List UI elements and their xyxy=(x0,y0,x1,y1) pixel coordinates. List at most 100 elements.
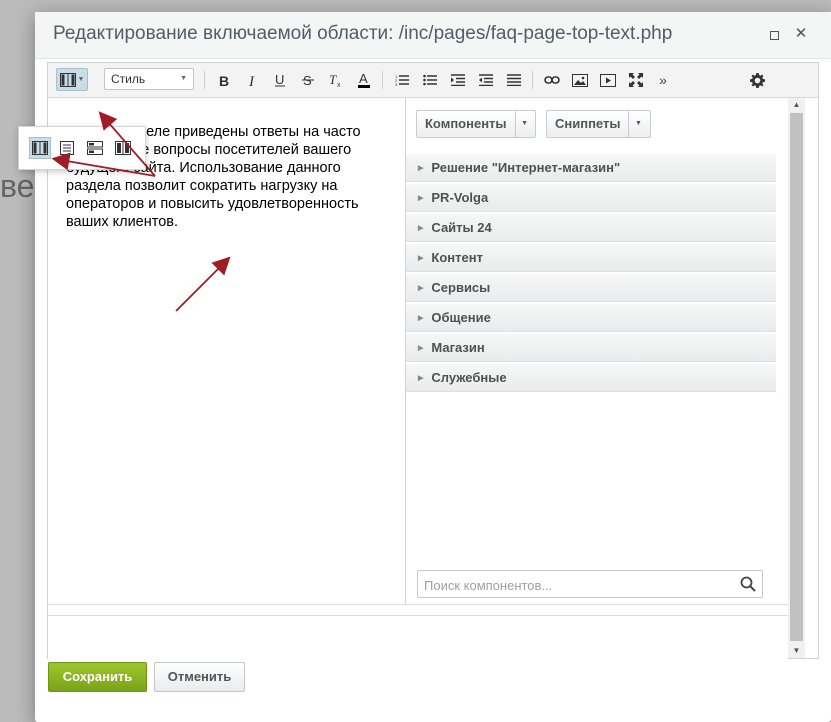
triangle-right-icon: ▶ xyxy=(418,165,424,173)
clear-format-icon: Tx xyxy=(329,73,341,87)
style-select[interactable]: Стиль ▼ xyxy=(104,68,194,90)
components-tree: ▶ Решение "Интернет-магазин" ▶ PR-Volga ▶ С… xyxy=(406,154,776,394)
component-search xyxy=(417,570,763,599)
fullscreen-icon xyxy=(629,73,643,87)
svg-text:T: T xyxy=(329,73,337,87)
insert-link-button[interactable] xyxy=(543,70,561,90)
scroll-up-arrow-icon[interactable]: ▲ xyxy=(788,98,805,112)
settings-button[interactable] xyxy=(748,70,766,90)
svg-text:U: U xyxy=(275,73,284,87)
scroll-thumb[interactable] xyxy=(790,113,803,641)
component-group[interactable]: ▶ Служебные xyxy=(406,364,776,392)
close-icon: ✕ xyxy=(794,25,808,42)
search-icon[interactable] xyxy=(740,576,756,592)
component-group[interactable]: ▶ Контент xyxy=(406,244,776,272)
link-icon xyxy=(544,76,560,84)
component-group[interactable]: ▶ Сайты 24 xyxy=(406,214,776,242)
ordered-list-button[interactable]: 123 xyxy=(394,70,410,90)
cancel-button[interactable]: Отменить xyxy=(154,662,245,692)
strikethrough-icon: S xyxy=(302,73,314,87)
view-mode-button[interactable]: ▼ xyxy=(56,68,88,91)
remove-format-button[interactable]: Tx xyxy=(328,70,344,90)
components-panel: Компоненты ▼ Сниппеты ▼ ▶ Решение "Интерн… xyxy=(406,98,776,604)
font-color-icon: A xyxy=(358,72,370,88)
ordered-list-icon: 123 xyxy=(395,74,409,86)
split-view-icon xyxy=(32,141,48,155)
bold-button[interactable]: B xyxy=(216,70,232,90)
horizontal-split-option[interactable] xyxy=(84,137,106,159)
code-view-icon xyxy=(60,141,74,155)
triangle-right-icon: ▶ xyxy=(418,315,424,323)
svg-text:x: x xyxy=(337,82,341,87)
image-icon xyxy=(572,73,588,87)
scrollbar[interactable]: ▲ ▼ xyxy=(788,98,805,658)
unordered-list-button[interactable] xyxy=(422,70,438,90)
component-group[interactable]: ▶ Общение xyxy=(406,304,776,332)
outdent-button[interactable] xyxy=(478,70,494,90)
bullet-list-icon xyxy=(423,74,437,86)
triangle-right-icon: ▶ xyxy=(418,285,424,293)
double-chevron-right-icon: » xyxy=(659,72,667,88)
vertical-split-icon xyxy=(115,141,131,155)
triangle-right-icon: ▶ xyxy=(418,225,424,233)
split-view-option[interactable] xyxy=(29,137,51,159)
underline-button[interactable]: U xyxy=(272,70,288,90)
save-button[interactable]: Сохранить xyxy=(48,662,147,692)
insert-video-button[interactable] xyxy=(599,70,617,90)
dialog-header: Редактирование включаемой области: /inc/… xyxy=(35,12,831,59)
triangle-right-icon: ▶ xyxy=(418,345,424,353)
include-area-edit-dialog: Редактирование включаемой области: /inc/… xyxy=(35,12,831,722)
justify-button[interactable] xyxy=(506,70,522,90)
editor-toolbar: ▼ Стиль ▼ B I U S Tx A 123 » xyxy=(48,63,818,98)
view-mode-popup xyxy=(18,126,146,170)
indent-icon xyxy=(451,74,465,86)
vertical-split-option[interactable] xyxy=(112,137,134,159)
gear-icon xyxy=(749,72,765,88)
component-search-input[interactable] xyxy=(418,571,736,599)
more-button[interactable]: » xyxy=(655,70,671,90)
component-group[interactable]: ▶ Магазин xyxy=(406,334,776,362)
chevron-down-icon: ▼ xyxy=(77,76,85,83)
indent-button[interactable] xyxy=(450,70,466,90)
scroll-down-arrow-icon[interactable]: ▼ xyxy=(788,644,805,658)
chevron-down-icon: ▼ xyxy=(180,75,187,82)
chevron-down-icon[interactable]: ▼ xyxy=(516,111,534,137)
horizontal-split-icon xyxy=(87,141,103,155)
component-group[interactable]: ▶ PR-Volga xyxy=(406,184,776,212)
dialog-title: Редактирование включаемой области: /inc/… xyxy=(53,23,673,44)
underline-icon: U xyxy=(275,73,285,87)
svg-text:3: 3 xyxy=(395,82,398,86)
html-editor: ▼ Стиль ▼ B I U S Tx A 123 » В этом разд… xyxy=(47,62,819,659)
italic-icon: I xyxy=(248,74,255,87)
split-view-icon xyxy=(59,72,76,87)
toolbar-divider xyxy=(204,71,205,89)
maximize-button[interactable] xyxy=(765,25,783,43)
close-button[interactable]: ✕ xyxy=(792,25,810,43)
chevron-down-icon[interactable]: ▼ xyxy=(629,111,647,137)
components-tab-button[interactable]: Компоненты ▼ xyxy=(416,110,536,138)
bold-icon: B xyxy=(219,74,229,87)
maximize-icon xyxy=(769,30,779,40)
svg-text:A: A xyxy=(359,72,368,86)
background-letter: ве xyxy=(0,168,35,204)
triangle-right-icon: ▶ xyxy=(418,255,424,263)
triangle-right-icon: ▶ xyxy=(418,195,424,203)
insert-image-button[interactable] xyxy=(571,70,589,90)
video-icon xyxy=(600,73,616,87)
italic-button[interactable]: I xyxy=(244,70,260,90)
snippets-tab-button[interactable]: Сниппеты ▼ xyxy=(546,110,651,138)
divider xyxy=(48,615,788,616)
svg-text:I: I xyxy=(248,74,255,87)
component-group[interactable]: ▶ Решение "Интернет-магазин" xyxy=(406,154,776,182)
align-justify-icon xyxy=(507,74,521,86)
component-group[interactable]: ▶ Сервисы xyxy=(406,274,776,302)
text-color-button[interactable]: A xyxy=(356,70,372,90)
code-view-option[interactable] xyxy=(56,137,78,159)
svg-text:B: B xyxy=(219,74,229,87)
fullscreen-button[interactable] xyxy=(627,70,645,90)
toolbar-divider xyxy=(382,71,383,89)
editor-bottom-strip xyxy=(48,604,788,659)
wysiwyg-content-area[interactable]: В этом разделе приведены ответы на часто… xyxy=(48,98,406,604)
outdent-icon xyxy=(479,74,493,86)
strikethrough-button[interactable]: S xyxy=(300,70,316,90)
